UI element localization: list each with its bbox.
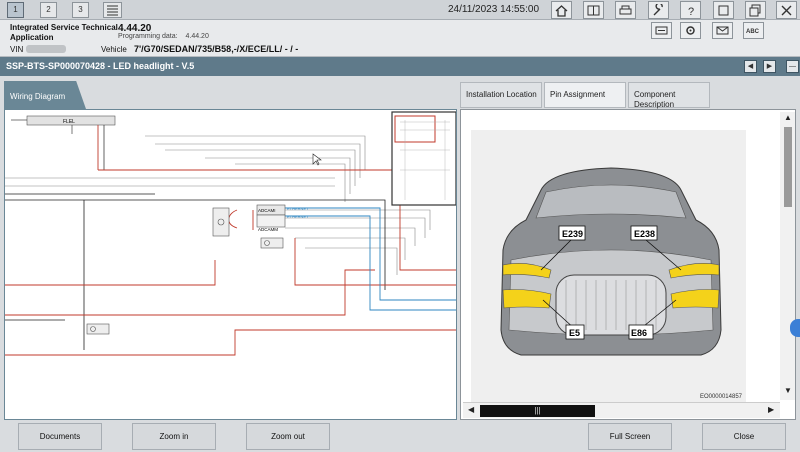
collapse-icon[interactable]: — bbox=[786, 60, 799, 73]
session-tab-3[interactable]: 3 bbox=[72, 2, 89, 18]
scroll-left-icon[interactable]: ◀ bbox=[468, 405, 474, 414]
manual-icon[interactable] bbox=[583, 1, 604, 19]
scroll-right-icon[interactable]: ▶ bbox=[768, 405, 774, 414]
app-name: Integrated Service Technical Application bbox=[10, 23, 118, 42]
horizontal-scroll-thumb[interactable]: ||| bbox=[480, 405, 595, 417]
vin-value-masked bbox=[26, 45, 66, 53]
connector-adcami: ADCAMI bbox=[258, 208, 276, 213]
session-tab-1[interactable]: 1 bbox=[7, 2, 24, 18]
programming-value: 4.44.20 bbox=[185, 33, 209, 40]
svg-text:ABC: ABC bbox=[746, 29, 760, 35]
zoom-in-button[interactable]: Zoom in bbox=[132, 423, 216, 450]
scroll-up-icon[interactable]: ▲ bbox=[784, 113, 792, 122]
tab-wiring-diagram[interactable]: Wiring Diagram bbox=[4, 81, 86, 109]
vertical-scrollbar[interactable]: ▲ ▼ bbox=[780, 112, 795, 400]
tab-component-description[interactable]: Component Description bbox=[628, 82, 710, 109]
mouse-cursor-icon bbox=[312, 153, 322, 166]
previous-arrow-icon[interactable]: ◀ bbox=[744, 60, 757, 73]
wrench-icon[interactable] bbox=[648, 1, 669, 19]
wiring-diagram-canvas[interactable]: FLEL ADCAMI ADCAMM ETHERNET ETHERNET bbox=[4, 109, 457, 420]
zoom-out-button[interactable]: Zoom out bbox=[246, 423, 330, 450]
callout-e86: E86 bbox=[631, 328, 647, 338]
horizontal-scrollbar[interactable]: ◀ ||| ▶ bbox=[463, 402, 780, 418]
vehicle-label: Vehicle bbox=[101, 45, 127, 54]
callout-e5: E5 bbox=[569, 328, 580, 338]
vertical-scroll-thumb[interactable] bbox=[784, 127, 792, 207]
module-a141 bbox=[212, 207, 230, 237]
mail-icon[interactable] bbox=[712, 22, 733, 39]
close-icon[interactable] bbox=[776, 1, 797, 19]
vehicle-info-bar: Integrated Service Technical Application… bbox=[0, 20, 800, 57]
installation-image-panel: E239 E238 E5 E86 EO0000014857 ▲ ▼ ◀ ||| … bbox=[460, 109, 796, 420]
print-icon[interactable] bbox=[615, 1, 636, 19]
help-icon[interactable]: ? bbox=[680, 1, 701, 19]
ethernet-label-2: ETHERNET bbox=[287, 214, 309, 219]
diagram-minimap bbox=[391, 111, 456, 206]
programming-label: Programming data: bbox=[118, 33, 178, 40]
home-icon[interactable] bbox=[551, 1, 572, 19]
next-arrow-icon[interactable]: ▶ bbox=[763, 60, 776, 73]
document-title-bar: SSP-BTS-SP000070428 - LED headlight - V.… bbox=[0, 57, 800, 76]
side-panel-toggle-icon[interactable] bbox=[790, 319, 800, 337]
tab-pin-assignment[interactable]: Pin Assignment bbox=[544, 82, 626, 108]
vehicle-value: 7'/G70/SEDAN/735/B58,-/X/ECE/LL/ - / - bbox=[134, 44, 299, 54]
vin-label: VIN bbox=[10, 45, 24, 54]
window-icon[interactable] bbox=[713, 1, 734, 19]
car-front-illustration: E239 E238 E5 E86 bbox=[500, 167, 722, 356]
scan-icon[interactable] bbox=[651, 22, 672, 39]
svg-text:?: ? bbox=[688, 6, 694, 17]
minimize-icon[interactable] bbox=[745, 1, 766, 19]
list-icon[interactable] bbox=[103, 2, 122, 18]
session-tab-2[interactable]: 2 bbox=[40, 2, 57, 18]
ethernet-label-1: ETHERNET bbox=[287, 206, 309, 211]
image-id: EO0000014857 bbox=[699, 394, 742, 400]
close-button[interactable]: Close bbox=[702, 423, 786, 450]
fuse-label: FLEL bbox=[63, 119, 75, 125]
callout-e238: E238 bbox=[634, 229, 655, 239]
vehicle-image[interactable]: E239 E238 E5 E86 EO0000014857 bbox=[471, 130, 746, 402]
tab-installation-location[interactable]: Installation Location bbox=[460, 82, 542, 108]
document-title: SSP-BTS-SP000070428 - LED headlight - V.… bbox=[6, 61, 195, 71]
top-toolbar: 1 2 3 24/11/2023 14:55:00 ? bbox=[0, 0, 800, 20]
programming-data: Programming data: 4.44.20 bbox=[118, 33, 209, 40]
callout-e239: E239 bbox=[562, 229, 583, 239]
abc-icon[interactable]: ABC bbox=[743, 22, 764, 39]
connector-adcamm: ADCAMM bbox=[258, 227, 278, 232]
documents-button[interactable]: Documents bbox=[18, 423, 102, 450]
wiring-diagram: FLEL ADCAMI ADCAMM ETHERNET ETHERNET bbox=[5, 111, 456, 356]
settings-icon[interactable] bbox=[680, 22, 701, 39]
datetime: 24/11/2023 14:55:00 bbox=[448, 4, 540, 15]
scroll-down-icon[interactable]: ▼ bbox=[784, 386, 792, 395]
full-screen-button[interactable]: Full Screen bbox=[588, 423, 672, 450]
